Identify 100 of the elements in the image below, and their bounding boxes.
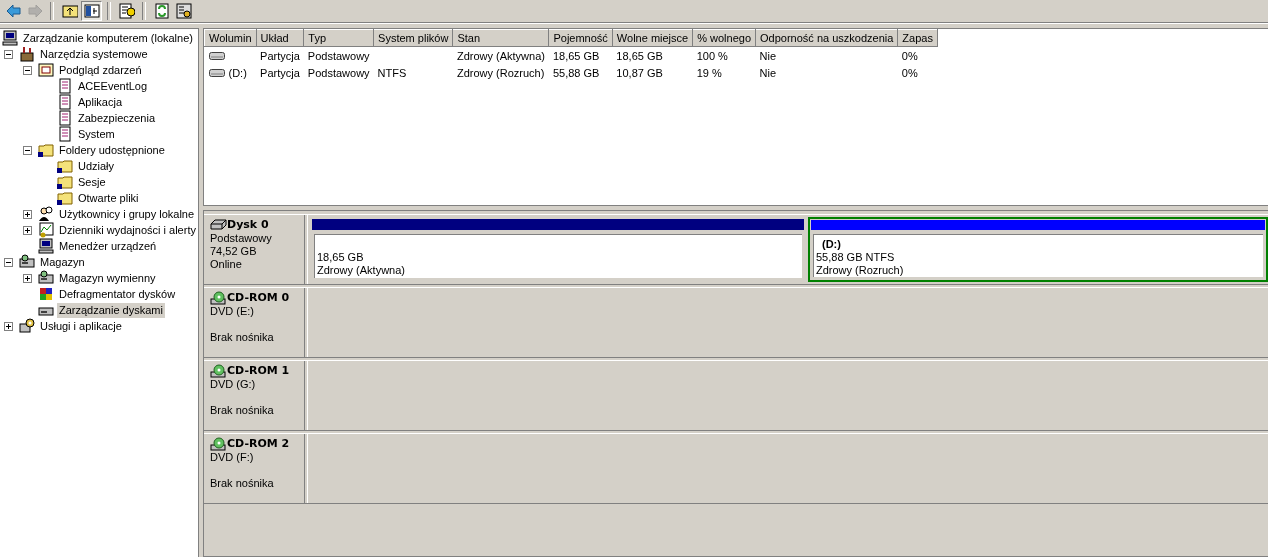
table-cell: Zdrowy (Rozruch) — [456, 66, 545, 79]
disk-size: 74,52 GB — [210, 245, 258, 258]
expand-icon[interactable] — [23, 273, 32, 283]
tree-item[interactable]: Foldery udostępnione — [57, 142, 167, 158]
computer-icon — [38, 238, 54, 254]
table-cell: Partycja — [260, 49, 300, 62]
drive-icon — [19, 254, 35, 270]
collapse-icon[interactable] — [23, 145, 32, 155]
table-cell: Zdrowy (Aktywna) — [456, 49, 545, 62]
disk-type: DVD (F:) — [210, 451, 255, 464]
properties-icon — [175, 3, 192, 19]
table-cell: 19 % — [696, 66, 722, 79]
tree-item[interactable]: Użytkownicy i grupy lokalne — [57, 206, 197, 222]
expand-icon[interactable] — [23, 209, 32, 219]
disk-type: Podstawowy — [210, 232, 273, 245]
table-cell: Podstawowy — [307, 49, 370, 62]
tree-item[interactable]: ACEEventLog — [76, 78, 150, 94]
tree-item[interactable]: Dzienniki wydajności i alerty — [57, 222, 198, 238]
cd-drive-icon — [210, 363, 227, 378]
disk-name: CD-ROM 1 — [227, 364, 290, 377]
expand-icon[interactable] — [23, 225, 32, 235]
folder-icon — [57, 158, 73, 174]
collapse-icon[interactable] — [23, 65, 32, 75]
tree-item[interactable]: Narzędzia systemowe — [38, 46, 150, 62]
column-header[interactable]: % wolnego — [692, 29, 756, 47]
disk-type: DVD (G:) — [210, 378, 257, 391]
partition-status: Zdrowy (Aktywna) — [317, 264, 407, 277]
table-cell: Partycja — [260, 66, 300, 79]
partition-status: Zdrowy (Rozruch) — [816, 264, 905, 277]
table-cell: 18,65 GB — [616, 49, 663, 62]
column-header[interactable]: Stan — [452, 29, 549, 47]
table-cell: Nie — [759, 66, 777, 79]
tree-item[interactable]: Aplikacja — [76, 94, 125, 110]
column-header[interactable]: Wolumin — [204, 29, 257, 47]
column-header[interactable]: Układ — [256, 29, 304, 47]
disk-name: Dysk 0 — [227, 218, 269, 231]
disk-status: Brak nośnika — [210, 477, 275, 490]
folder-icon — [57, 174, 73, 190]
tree-item[interactable]: Defragmentator dysków — [57, 286, 178, 302]
tree-item[interactable]: Podgląd zdarzeń — [57, 62, 144, 78]
defrag-icon — [38, 286, 54, 302]
tree-item[interactable]: System — [76, 126, 117, 142]
tree-item[interactable]: Udziały — [76, 158, 117, 174]
disk-status: Brak nośnika — [210, 331, 275, 344]
table-cell: 0% — [901, 66, 918, 79]
disk-icon — [210, 217, 227, 232]
column-header[interactable]: Wolne miejsce — [612, 29, 693, 47]
log-icon — [57, 126, 73, 142]
log-icon — [57, 78, 73, 94]
tree-item[interactable]: Menedżer urządzeń — [57, 238, 159, 254]
partition[interactable]: (D:) 55,88 GB NTFS Zdrowy (Rozruch) — [808, 217, 1268, 282]
table-cell: 100 % — [696, 49, 728, 62]
arrow-right-icon — [26, 3, 43, 19]
refresh-icon — [153, 3, 170, 19]
column-header[interactable]: Odporność na uszkodzenia — [755, 29, 898, 47]
toolbar-button[interactable] — [81, 1, 102, 21]
disk-name: CD-ROM 2 — [227, 437, 290, 450]
column-header[interactable]: Typ — [303, 29, 374, 47]
table-cell: Nie — [759, 49, 777, 62]
table-cell: NTFS — [377, 66, 407, 79]
disk-type: DVD (E:) — [210, 305, 255, 318]
drive-icon — [208, 67, 225, 78]
disk-status: Online — [210, 258, 243, 271]
column-header[interactable]: Zapas — [897, 29, 938, 47]
tree-item[interactable]: Usługi i aplikacje — [38, 318, 124, 334]
table-cell: Podstawowy — [307, 66, 370, 79]
window-icon — [38, 62, 54, 78]
table-cell: 55,88 GB — [552, 66, 600, 79]
folder-icon — [38, 142, 54, 158]
tree-item[interactable]: Otwarte pliki — [76, 190, 141, 206]
table-cell: 10,87 GB — [616, 66, 663, 79]
tree-item[interactable]: Sesje — [76, 174, 108, 190]
table-cell: 0% — [901, 49, 918, 62]
partition-label: (D:) — [821, 238, 842, 251]
chart-icon — [38, 222, 54, 238]
partition-size: 55,88 GB NTFS — [816, 251, 896, 264]
cd-drive-icon — [210, 436, 227, 451]
folder-up-icon — [61, 3, 78, 19]
partition-size: 18,65 GB — [317, 251, 365, 264]
column-header[interactable]: System plików — [373, 29, 453, 47]
tree-item[interactable]: Magazyn — [38, 254, 87, 270]
table-cell: 18,65 GB — [552, 49, 600, 62]
tree-item[interactable]: Zarządzanie komputerem (lokalne) — [21, 30, 195, 46]
drive-icon — [208, 50, 225, 61]
disk-status: Brak nośnika — [210, 404, 275, 417]
tree-item[interactable]: Zabezpieczenia — [76, 110, 158, 126]
cd-drive-icon — [210, 290, 227, 305]
tree-item[interactable]: Zarządzanie dyskami — [57, 302, 165, 318]
folder-icon — [57, 190, 73, 206]
tree-item[interactable]: Magazyn wymienny — [57, 270, 158, 286]
users-icon — [38, 206, 54, 222]
toolbar-button[interactable] — [173, 1, 194, 21]
gear-icon — [19, 318, 35, 334]
expand-icon[interactable] — [4, 321, 13, 331]
column-header[interactable]: Pojemność — [548, 29, 613, 47]
computer-icon — [2, 30, 18, 46]
collapse-icon[interactable] — [4, 49, 13, 59]
collapse-icon[interactable] — [4, 257, 13, 267]
log-icon — [57, 94, 73, 110]
disk-name: CD-ROM 0 — [227, 291, 290, 304]
